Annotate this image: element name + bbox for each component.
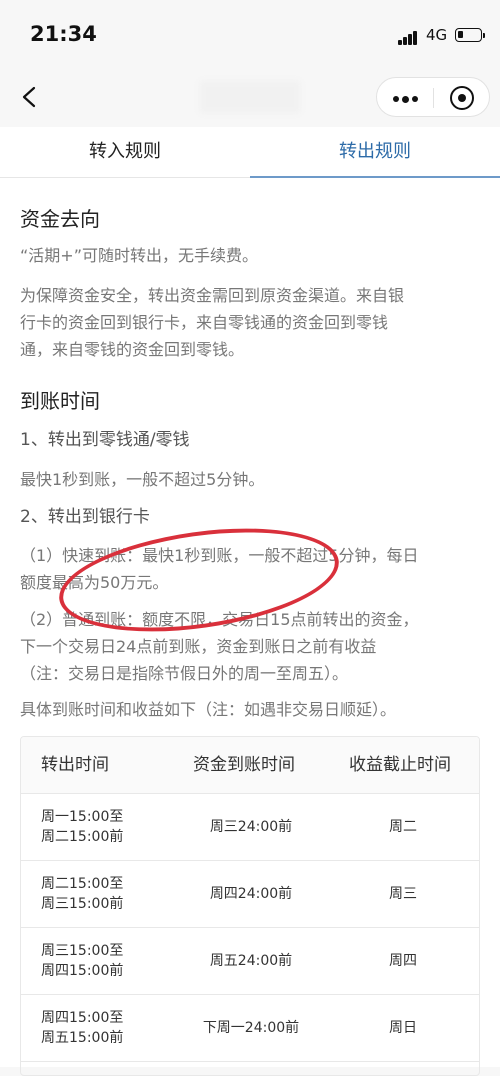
- arrival-time-cell: 周三24:00前: [209, 819, 293, 835]
- security-text: 为保障资金安全，转出资金需回到原资金渠道。来自银 行卡的资金回到银行卡，来自零钱…: [20, 282, 480, 363]
- mini-program-capsule: [376, 77, 490, 117]
- transfer-time-cell: 周三15:00至 周四15:00前: [41, 941, 123, 981]
- arrival-table: 转出时间 资金到账时间 收益截止时间 周一15:00至 周二15:00前 周三24…: [20, 736, 480, 1076]
- column-header: 转出时间: [41, 755, 109, 775]
- arrival-time-cell: 周五24:00前: [209, 953, 293, 969]
- transfer-time-cell: 周一15:00至 周二15:00前: [41, 807, 123, 847]
- cutoff-cell: 周二: [389, 819, 417, 835]
- cell-text: 周二15:00至: [41, 876, 124, 892]
- cell-text: 周三15:00前: [41, 896, 124, 912]
- table-header: 转出时间 资金到账时间 收益截止时间: [21, 737, 479, 794]
- rule-tabs: 转入规则 转出规则: [0, 127, 500, 178]
- item1-text: 最快1秒到账，一般不超过5分钟。: [20, 470, 265, 489]
- table-row: 周三15:00至 周四15:00前 周五24:00前 周四: [21, 928, 479, 995]
- table-row: 周四15:00至 周五15:00前 下周一24:00前 周日: [21, 995, 479, 1062]
- section-heading-destination: 资金去向: [20, 207, 100, 231]
- cell-text: 周二15:00前: [41, 829, 124, 845]
- cell-text: 周四15:00至: [41, 1010, 124, 1026]
- table-row: 周二15:00至 周三15:00前 周四24:00前 周三: [21, 861, 479, 928]
- tab-transfer-out[interactable]: 转出规则: [250, 127, 500, 178]
- rules-content: 资金去向 “活期+”可随时转出，无手续费。 为保障资金安全，转出资金需回到原资金…: [0, 178, 500, 1076]
- back-icon[interactable]: [20, 86, 40, 108]
- security-text-line: 行卡的资金回到银行卡，来自零钱通的资金回到零钱: [20, 313, 389, 332]
- battery-icon: [455, 28, 485, 42]
- security-text-line: 为保障资金安全，转出资金需回到原资金渠道。来自银: [20, 286, 405, 305]
- cutoff-cell: 周日: [389, 1020, 417, 1036]
- cell-text: 周一15:00至: [41, 809, 124, 825]
- status-time: 21:34: [30, 22, 97, 46]
- network-type: 4G: [426, 26, 448, 44]
- nav-bar: [0, 72, 500, 122]
- cutoff-cell: 周三: [389, 886, 417, 902]
- item1-title: 1、转出到零钱通/零钱: [20, 430, 190, 450]
- transfer-time-cell: 周二15:00至 周三15:00前: [41, 874, 123, 914]
- normal-arrival-line: （注：交易日是指除节假日外的周一至周五）。: [20, 664, 349, 683]
- arrival-time-cell: 周四24:00前: [209, 886, 293, 902]
- arrival-time-cell: 下周一24:00前: [202, 1020, 300, 1036]
- table-note: 具体到账时间和收益如下（注：如遇非交易日顺延）。: [20, 700, 397, 719]
- normal-arrival-line: 下一个交易日24点前到账，资金到账日之前有收益: [20, 637, 377, 656]
- cutoff-cell: 周四: [389, 953, 417, 969]
- more-icon[interactable]: [393, 95, 419, 103]
- security-text-line: 通，来自零钱的资金回到零钱。: [20, 340, 245, 359]
- column-header: 收益截止时间: [349, 755, 451, 775]
- cell-text: 周五15:00前: [41, 1030, 124, 1046]
- signal-icon: [398, 29, 420, 45]
- cell-text: 周四15:00前: [41, 963, 124, 979]
- page-title-redacted: [200, 81, 300, 113]
- capsule-divider: [433, 88, 434, 108]
- tab-transfer-in[interactable]: 转入规则: [0, 127, 250, 177]
- item2-title: 2、转出到银行卡: [20, 507, 150, 527]
- table-row: 周一15:00至 周二15:00前 周三24:00前 周二: [21, 794, 479, 861]
- close-target-icon[interactable]: [450, 86, 474, 110]
- no-fee-text: “活期+”可随时转出，无手续费。: [20, 246, 258, 265]
- transfer-time-cell: 周四15:00至 周五15:00前: [41, 1008, 123, 1048]
- column-header: 资金到账时间: [193, 755, 295, 775]
- section-heading-arrival: 到账时间: [20, 389, 100, 413]
- cell-text: 周三15:00至: [41, 943, 124, 959]
- status-bar: 21:34 4G: [0, 0, 500, 72]
